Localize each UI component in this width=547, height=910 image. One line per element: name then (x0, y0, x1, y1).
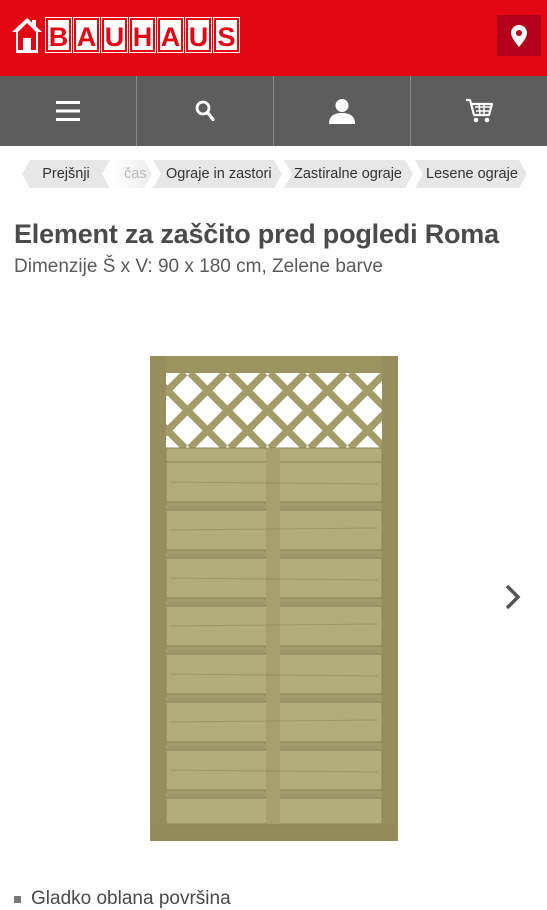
product-title: Element za zaščito pred pogledi Roma (14, 219, 499, 249)
top-header-bar: BAUHAUS (0, 0, 547, 76)
cart-button[interactable] (411, 76, 547, 146)
menu-button[interactable] (0, 76, 137, 146)
logo-letter: A (158, 18, 183, 52)
logo-letter: U (102, 18, 127, 52)
logo-letter: H (130, 18, 155, 52)
breadcrumb-item-fences-and-screens[interactable]: Ograje in zastori (153, 160, 282, 188)
next-image-arrow-icon[interactable] (500, 582, 524, 612)
bauhaus-logo[interactable]: BAUHAUS (10, 14, 242, 56)
breadcrumb: Prejšnji čas Ograje in zastori Zastiraln… (0, 146, 547, 202)
search-button[interactable] (137, 76, 274, 146)
cart-icon (466, 98, 493, 123)
breadcrumb-back[interactable]: Prejšnji (22, 160, 110, 188)
logo-letter: A (74, 18, 99, 52)
search-icon (195, 100, 215, 122)
main-navigation (0, 76, 547, 146)
logo-letter: S (214, 18, 239, 52)
store-locator-button[interactable] (497, 15, 541, 56)
bullet-icon (14, 895, 21, 903)
logo-letter: U (186, 18, 211, 52)
user-icon (329, 99, 355, 124)
house-logo-icon (12, 18, 42, 53)
breadcrumb-item-faded[interactable]: čas (112, 160, 152, 188)
account-button[interactable] (274, 76, 411, 146)
hamburger-menu-icon (56, 101, 80, 121)
logo-wordmark: BAUHAUS (46, 18, 242, 52)
breadcrumb-item-wooden-fences[interactable]: Lesene ograje (415, 160, 527, 188)
wooden-fence-panel-image[interactable] (150, 356, 398, 841)
product-subtitle: Dimenzije Š x V: 90 x 180 cm, Zelene bar… (14, 256, 383, 277)
feature-text: Gladko oblana površina (31, 888, 231, 909)
feature-list-item: Gladko oblana površina (14, 888, 231, 910)
breadcrumb-item-privacy-fences[interactable]: Zastiralne ograje (284, 160, 413, 188)
map-pin-icon (511, 24, 527, 47)
logo-letter: B (46, 18, 71, 52)
